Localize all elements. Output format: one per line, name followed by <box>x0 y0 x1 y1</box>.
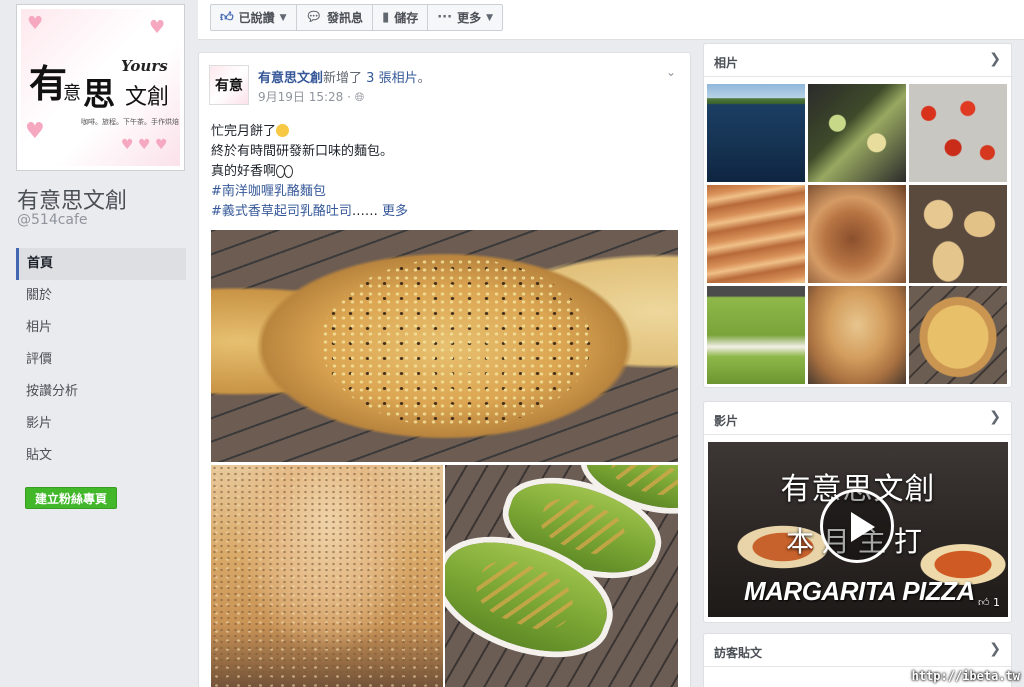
post-options-chevron-icon[interactable]: ⌄ <box>666 65 676 79</box>
logo-tagline: 咖啡。旅程。下午茶。手作烘焙 <box>81 118 179 126</box>
nav-item-posts[interactable]: 貼文 <box>16 440 186 472</box>
message-label: 發訊息 <box>327 11 364 25</box>
message-icon: 💬︎ <box>305 10 323 25</box>
caret-down-icon: ▼ <box>279 12 287 23</box>
post-author-avatar[interactable]: 有意 <box>209 65 249 105</box>
photo-texture <box>211 465 443 687</box>
liked-button[interactable]: 👍︎ 已說讚 ▼ <box>211 5 297 30</box>
logo-char-2: 意 <box>63 83 81 104</box>
videos-box: 影片 ❯ 有意思文創 本月主打 MARGARITA PIZZA 👍︎ 1 <box>703 401 1012 623</box>
divider <box>704 434 1011 435</box>
post-card: 有意 有意思文創新增了 3 張相片。 9月19日 15:28 · 🌐︎ ⌄ 忙完… <box>198 52 691 687</box>
divider <box>704 76 1011 77</box>
more-icon: ··· <box>437 10 453 25</box>
liked-label: 已說讚 <box>238 11 275 25</box>
post-photos-link[interactable]: 3 張相片 <box>366 71 417 86</box>
meta-separator: · <box>347 90 351 104</box>
photo-thumb[interactable] <box>909 84 1007 182</box>
post-line-2: 終於有時間研發新口味的麵包。 <box>211 144 394 159</box>
photo-thumb[interactable] <box>909 286 1007 384</box>
logo-char-3: 思 <box>83 75 116 113</box>
heart-icon: ♥ <box>25 119 45 144</box>
chevron-right-icon[interactable]: ❯ <box>989 409 1001 425</box>
photo-texture <box>321 258 591 428</box>
video-likes: 👍︎ 1 <box>978 596 1000 609</box>
photos-grid <box>707 84 1010 384</box>
video-brand-text: MARGARITA PIZZA <box>744 576 975 606</box>
play-icon[interactable] <box>820 489 894 563</box>
page-nav: 首頁 關於 相片 評價 按讚分析 影片 貼文 <box>16 248 186 472</box>
profile-picture[interactable]: ♥ ♥ ♥ ♥ ♥ ♥ 有 意 思 文創 Yours 咖啡。旅程。下午茶。手作烘… <box>16 4 185 171</box>
post-photo-sesame-bun[interactable] <box>211 230 678 462</box>
photo-thumb[interactable] <box>808 185 906 283</box>
post-author-link[interactable]: 有意思文創 <box>258 71 323 86</box>
nav-item-photos[interactable]: 相片 <box>16 312 186 344</box>
video-thumbnail[interactable]: 有意思文創 本月主打 MARGARITA PIZZA 👍︎ 1 <box>708 442 1008 617</box>
logo-char-4: 文創 <box>125 85 170 110</box>
post-line-3: 真的好香啊 <box>211 164 277 179</box>
photos-box-title[interactable]: 相片 <box>714 54 738 71</box>
post-timestamp[interactable]: 9月19日 15:28 <box>258 90 343 104</box>
photo-thumb[interactable] <box>707 286 805 384</box>
photo-thumb[interactable] <box>909 185 1007 283</box>
divider <box>704 666 1011 667</box>
thumbs-up-icon: 👍︎ <box>978 596 990 609</box>
post-meta: 9月19日 15:28 · 🌐︎ <box>258 88 364 105</box>
post-text: 忙完月餅了 終於有時間研發新口味的麵包。 真的好香啊 #南洋咖喱乳酪麵包 #義式… <box>211 122 408 222</box>
see-more-link[interactable]: 更多 <box>382 204 408 219</box>
action-bar: 👍︎ 已說讚 ▼ 💬︎ 發訊息 ▮ 儲存 ··· 更多 ▼ <box>198 0 1024 40</box>
post-action-text: 新增了 <box>323 71 363 86</box>
photo-thumb[interactable] <box>707 185 805 283</box>
chevron-right-icon[interactable]: ❯ <box>989 641 1001 657</box>
eyes-emoji-icon <box>276 164 294 178</box>
nav-item-videos[interactable]: 影片 <box>16 408 186 440</box>
post-photo-green-loaves[interactable] <box>445 465 678 687</box>
heart-icon: ♥ <box>149 17 166 38</box>
logo-brand: Yours <box>121 57 168 75</box>
post-header: 有意思文創新增了 3 張相片。 <box>258 67 431 86</box>
photo-thumb[interactable] <box>808 286 906 384</box>
hashtag-link[interactable]: #義式香草起司乳酪吐司 <box>211 204 352 219</box>
save-label: 儲存 <box>394 11 419 25</box>
nav-item-about[interactable]: 關於 <box>16 280 186 312</box>
watermark: http://ibeta.tw <box>911 669 1020 683</box>
photo-thumb[interactable] <box>808 84 906 182</box>
nav-item-likes[interactable]: 按讚分析 <box>16 376 186 408</box>
bookmark-icon: ▮ <box>382 10 390 25</box>
post-ellipsis: …… <box>351 204 378 219</box>
nav-item-reviews[interactable]: 評價 <box>16 344 186 376</box>
save-button[interactable]: ▮ 儲存 <box>373 5 429 30</box>
post-photo-cheese-toast[interactable] <box>211 465 443 687</box>
thumbs-up-icon: 👍︎ <box>220 10 234 25</box>
photo-thumb[interactable] <box>707 84 805 182</box>
page-logo: ♥ ♥ ♥ ♥ ♥ ♥ 有 意 思 文創 Yours 咖啡。旅程。下午茶。手作烘… <box>21 9 180 166</box>
globe-icon[interactable]: 🌐︎ <box>355 90 365 104</box>
post-action-suffix: 。 <box>417 71 431 86</box>
nav-item-home[interactable]: 首頁 <box>16 248 186 280</box>
video-like-count: 1 <box>993 596 1000 609</box>
caret-down-icon: ▼ <box>486 12 493 23</box>
grin-emoji-icon <box>276 124 290 137</box>
hashtag-link[interactable]: #南洋咖喱乳酪麵包 <box>211 184 326 199</box>
photos-box: 相片 ❯ <box>703 43 1012 388</box>
more-button[interactable]: ··· 更多 ▼ <box>428 5 502 30</box>
create-page-button[interactable]: 建立粉絲專頁 <box>25 487 118 509</box>
page-handle[interactable]: @514cafe <box>17 212 88 228</box>
heart-icon: ♥ <box>27 13 44 34</box>
action-button-group: 👍︎ 已說讚 ▼ 💬︎ 發訊息 ▮ 儲存 ··· 更多 ▼ <box>210 4 503 31</box>
visitor-posts-title[interactable]: 訪客貼文 <box>714 644 762 661</box>
heart-icon: ♥ ♥ ♥ <box>121 137 168 153</box>
post-line-1: 忙完月餅了 <box>211 124 277 139</box>
logo-char-1: 有 <box>29 61 68 106</box>
videos-box-title[interactable]: 影片 <box>714 412 738 429</box>
message-button[interactable]: 💬︎ 發訊息 <box>297 5 374 30</box>
page-name[interactable]: 有意思文創 <box>17 183 127 215</box>
chevron-right-icon[interactable]: ❯ <box>989 51 1001 67</box>
more-label: 更多 <box>457 11 482 25</box>
